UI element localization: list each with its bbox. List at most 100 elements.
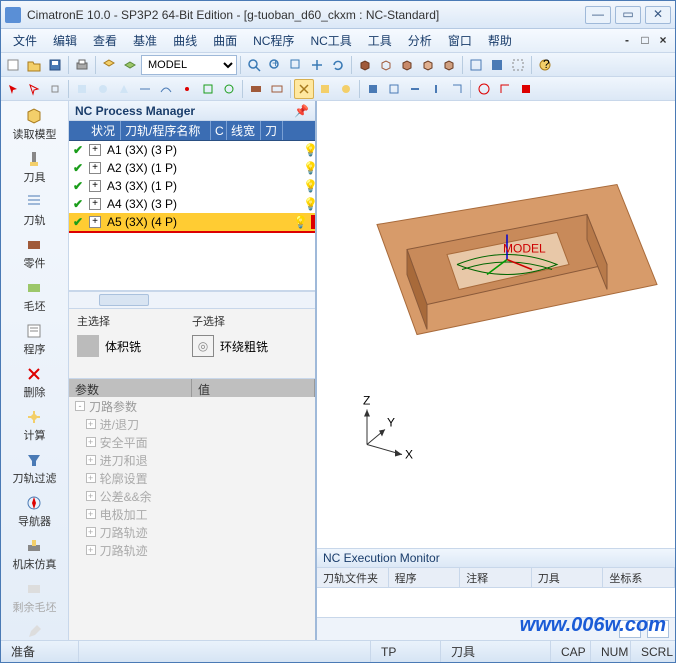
param-row[interactable]: +进/退刀 (69, 415, 315, 433)
open-icon[interactable] (24, 55, 44, 75)
menu-curve[interactable]: 曲线 (165, 30, 205, 51)
param-body[interactable]: -刀路参数 +进/退刀 +安全平面 +进刀和退 +轮廓设置 +公差&&余 +电极… (69, 397, 315, 640)
box3-icon[interactable] (397, 55, 417, 75)
side-calc[interactable]: 计算 (5, 406, 65, 447)
side-tool[interactable]: 刀具 (5, 148, 65, 189)
new-icon[interactable] (3, 55, 23, 75)
t1-icon[interactable] (72, 79, 92, 99)
help-icon[interactable]: ? (535, 55, 555, 75)
model-select[interactable]: MODEL (141, 55, 237, 75)
zoom-window-icon[interactable] (286, 55, 306, 75)
side-toolpath[interactable]: 刀轨 (5, 191, 65, 232)
box2-icon[interactable] (376, 55, 396, 75)
bulb-icon[interactable]: 💡 (303, 143, 315, 157)
menu-file[interactable]: 文件 (5, 30, 45, 51)
param-row[interactable]: +电极加工 (69, 505, 315, 523)
side-nav[interactable]: 导航器 (5, 492, 65, 533)
param-row[interactable]: +刀路轨迹 (69, 523, 315, 541)
proc-row[interactable]: ✔+A2 (3X) (1 P)💡 (69, 159, 315, 177)
t11-icon[interactable] (294, 79, 314, 99)
exec-btn-1[interactable] (619, 620, 641, 638)
rotate-icon[interactable] (328, 55, 348, 75)
wire-icon[interactable] (466, 55, 486, 75)
side-part[interactable]: 零件 (5, 234, 65, 275)
proc-hscroll[interactable] (69, 291, 315, 309)
t3-icon[interactable] (114, 79, 134, 99)
param-row[interactable]: +进刀和退 (69, 451, 315, 469)
side-delete[interactable]: 删除 (5, 363, 65, 404)
t5-icon[interactable] (156, 79, 176, 99)
t6-icon[interactable] (177, 79, 197, 99)
box-icon[interactable] (355, 55, 375, 75)
t10-icon[interactable] (267, 79, 287, 99)
menu-nc-tool[interactable]: NC工具 (302, 30, 359, 51)
t16-icon[interactable] (405, 79, 425, 99)
t17-icon[interactable] (426, 79, 446, 99)
side-edit[interactable]: 刀轨编辑 (5, 621, 65, 640)
pin-icon[interactable]: 📌 (294, 104, 309, 118)
t21-icon[interactable] (516, 79, 536, 99)
t18-icon[interactable] (447, 79, 467, 99)
t19-icon[interactable] (474, 79, 494, 99)
side-program[interactable]: 程序 (5, 320, 65, 361)
menu-analyze[interactable]: 分析 (400, 30, 440, 51)
viewport-3d[interactable]: MODEL Z X Y (317, 101, 675, 548)
maximize-button[interactable]: ▭ (615, 6, 641, 24)
save-icon[interactable] (45, 55, 65, 75)
proc-row[interactable]: ✔+A3 (3X) (1 P)💡 (69, 177, 315, 195)
mdi-minimize[interactable]: - (619, 34, 635, 48)
t15-icon[interactable] (384, 79, 404, 99)
close-button[interactable]: ✕ (645, 6, 671, 24)
t14-icon[interactable] (363, 79, 383, 99)
bulb-icon[interactable]: 💡 (303, 179, 315, 193)
t13-icon[interactable] (336, 79, 356, 99)
arrow-icon[interactable] (3, 79, 23, 99)
menu-nc-prog[interactable]: NC程序 (245, 30, 302, 51)
bulb-icon[interactable]: 💡 (303, 161, 315, 175)
proc-row[interactable]: ✔+A1 (3X) (3 P)💡 (69, 141, 315, 159)
param-row[interactable]: -刀路参数 (69, 397, 315, 415)
expand-icon[interactable]: + (89, 144, 101, 156)
menu-edit[interactable]: 编辑 (45, 30, 85, 51)
side-sim[interactable]: 机床仿真 (5, 535, 65, 576)
hidden-icon[interactable] (508, 55, 528, 75)
menu-tools[interactable]: 工具 (360, 30, 400, 51)
side-read-model[interactable]: 读取模型 (5, 105, 65, 146)
menu-surface[interactable]: 曲面 (205, 30, 245, 51)
menu-view[interactable]: 查看 (85, 30, 125, 51)
pan-icon[interactable] (307, 55, 327, 75)
param-row[interactable]: +轮廓设置 (69, 469, 315, 487)
proc-row[interactable]: ✔+A4 (3X) (3 P)💡 (69, 195, 315, 213)
t7-icon[interactable] (198, 79, 218, 99)
select-icon[interactable] (24, 79, 44, 99)
param-row[interactable]: +安全平面 (69, 433, 315, 451)
t9-icon[interactable] (246, 79, 266, 99)
print-icon[interactable] (72, 55, 92, 75)
side-remain[interactable]: 剩余毛坯 (5, 578, 65, 619)
minimize-button[interactable]: — (585, 6, 611, 24)
zoom-in-icon[interactable]: + (265, 55, 285, 75)
t12-icon[interactable] (315, 79, 335, 99)
proc-row-selected[interactable]: ✔+A5 (3X) (4 P)💡 (69, 213, 315, 231)
expand-icon[interactable]: + (89, 162, 101, 174)
exec-body[interactable] (317, 588, 675, 618)
bulb-icon[interactable]: 💡 (293, 215, 305, 229)
proc-body[interactable]: ✔+A1 (3X) (3 P)💡 ✔+A2 (3X) (1 P)💡 ✔+A3 (… (69, 141, 315, 291)
t4-icon[interactable] (135, 79, 155, 99)
expand-icon[interactable]: + (89, 198, 101, 210)
side-stock[interactable]: 毛坯 (5, 277, 65, 318)
menu-window[interactable]: 窗口 (440, 30, 480, 51)
mdi-close[interactable]: × (655, 34, 671, 48)
bulb-icon[interactable]: 💡 (303, 197, 315, 211)
exec-btn-2[interactable] (647, 620, 669, 638)
box5-icon[interactable] (439, 55, 459, 75)
layer-icon[interactable] (99, 55, 119, 75)
param-row[interactable]: +公差&&余 (69, 487, 315, 505)
expand-icon[interactable]: + (89, 180, 101, 192)
t2-icon[interactable] (93, 79, 113, 99)
t8-icon[interactable] (219, 79, 239, 99)
side-filter[interactable]: 刀轨过滤 (5, 449, 65, 490)
shade-icon[interactable] (487, 55, 507, 75)
menu-help[interactable]: 帮助 (480, 30, 520, 51)
box4-icon[interactable] (418, 55, 438, 75)
